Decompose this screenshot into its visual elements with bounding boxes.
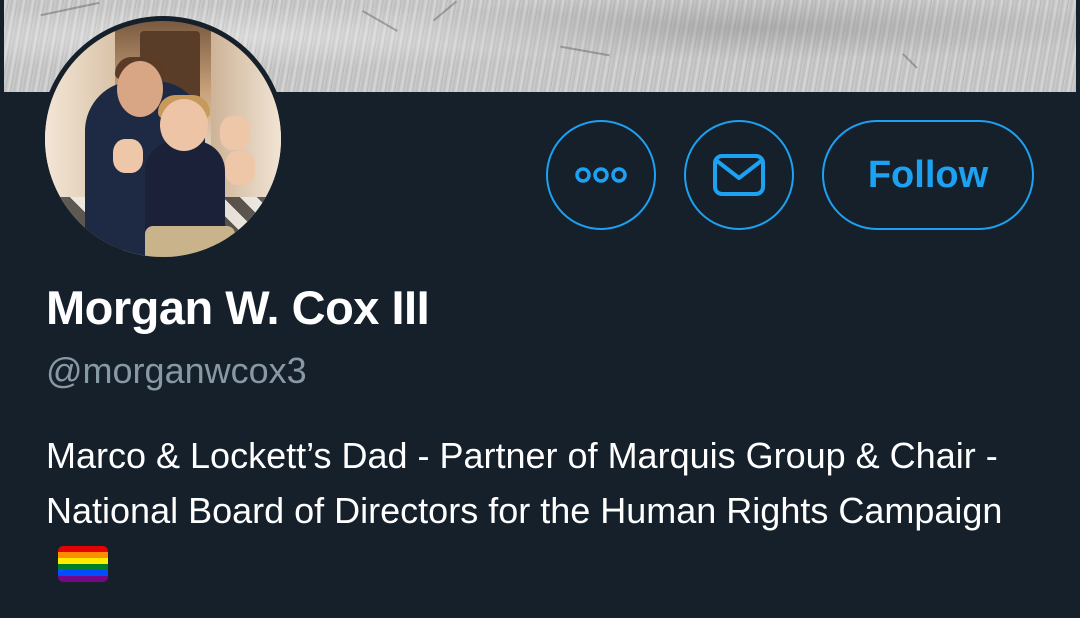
profile-bio: Marco & Lockett’s Dad - Partner of Marqu…: [46, 428, 1056, 593]
message-button[interactable]: [684, 120, 794, 230]
envelope-icon: [713, 154, 765, 196]
follow-button[interactable]: Follow: [822, 120, 1034, 230]
rainbow-flag-icon: [58, 546, 108, 582]
follow-label: Follow: [867, 153, 989, 196]
avatar-photo: [45, 21, 281, 257]
profile-avatar[interactable]: [40, 16, 286, 262]
more-options-button[interactable]: [546, 120, 656, 230]
profile-name: Morgan W. Cox III: [46, 281, 430, 334]
more-icon: [575, 167, 627, 183]
profile-handle: @morganwcox3: [46, 350, 307, 391]
bio-text: Marco & Lockett’s Dad - Partner of Marqu…: [46, 435, 1003, 531]
